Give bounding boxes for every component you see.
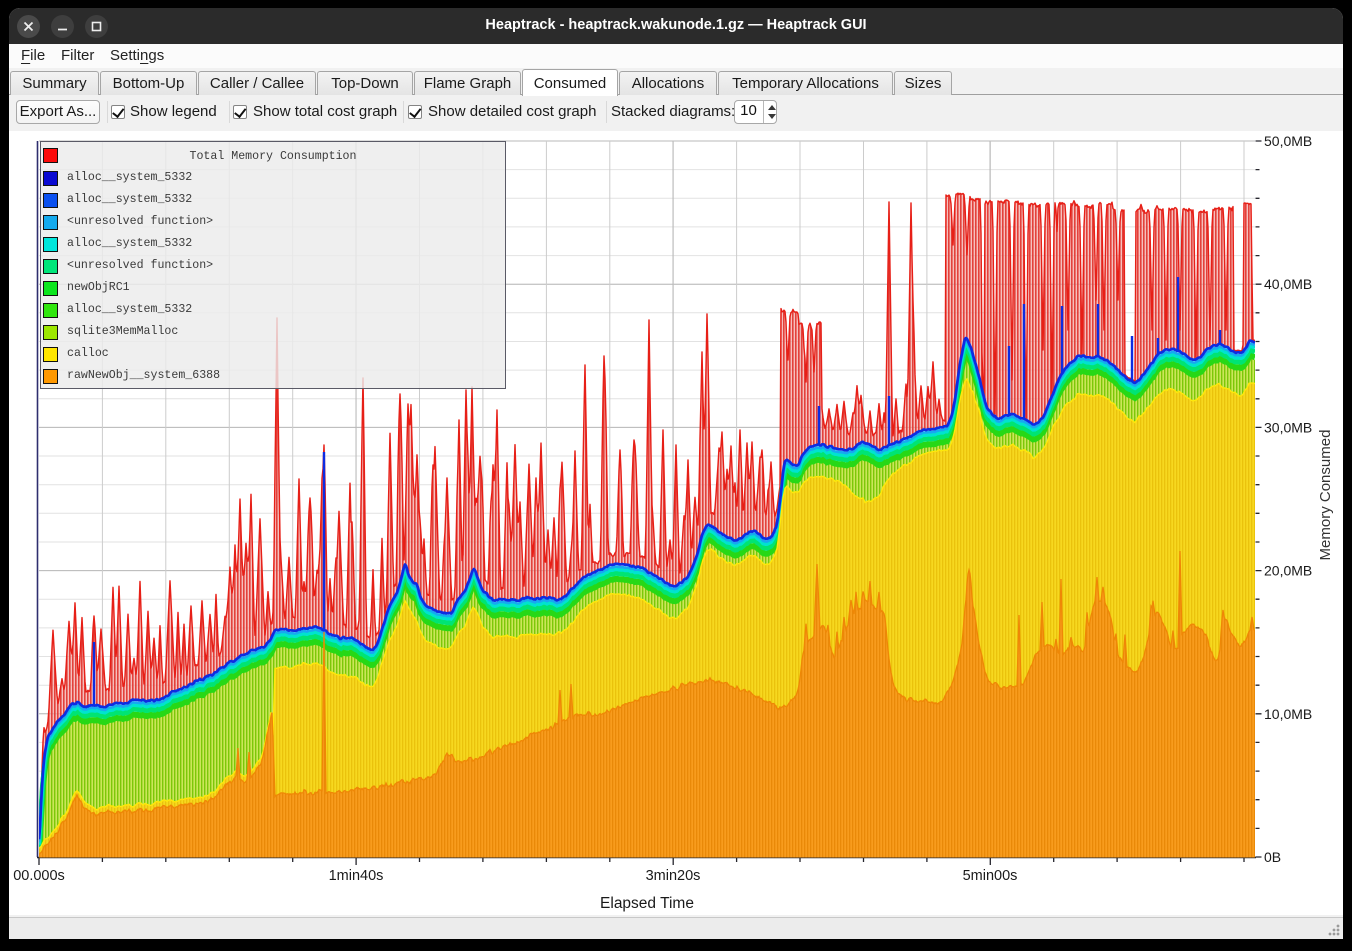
svg-text:20,0MB: 20,0MB [1264,563,1312,579]
svg-text:00.000s: 00.000s [13,868,65,884]
svg-text:50,0MB: 50,0MB [1264,133,1312,149]
svg-text:Memory Consumed: Memory Consumed [1317,430,1334,561]
svg-text:30,0MB: 30,0MB [1264,419,1312,435]
svg-text:3min20s: 3min20s [646,868,701,884]
svg-text:0B: 0B [1264,849,1281,865]
svg-text:40,0MB: 40,0MB [1264,276,1312,292]
svg-text:Elapsed Time: Elapsed Time [600,895,694,912]
svg-text:5min00s: 5min00s [963,868,1018,884]
svg-text:10,0MB: 10,0MB [1264,706,1312,722]
svg-text:1min40s: 1min40s [329,868,384,884]
